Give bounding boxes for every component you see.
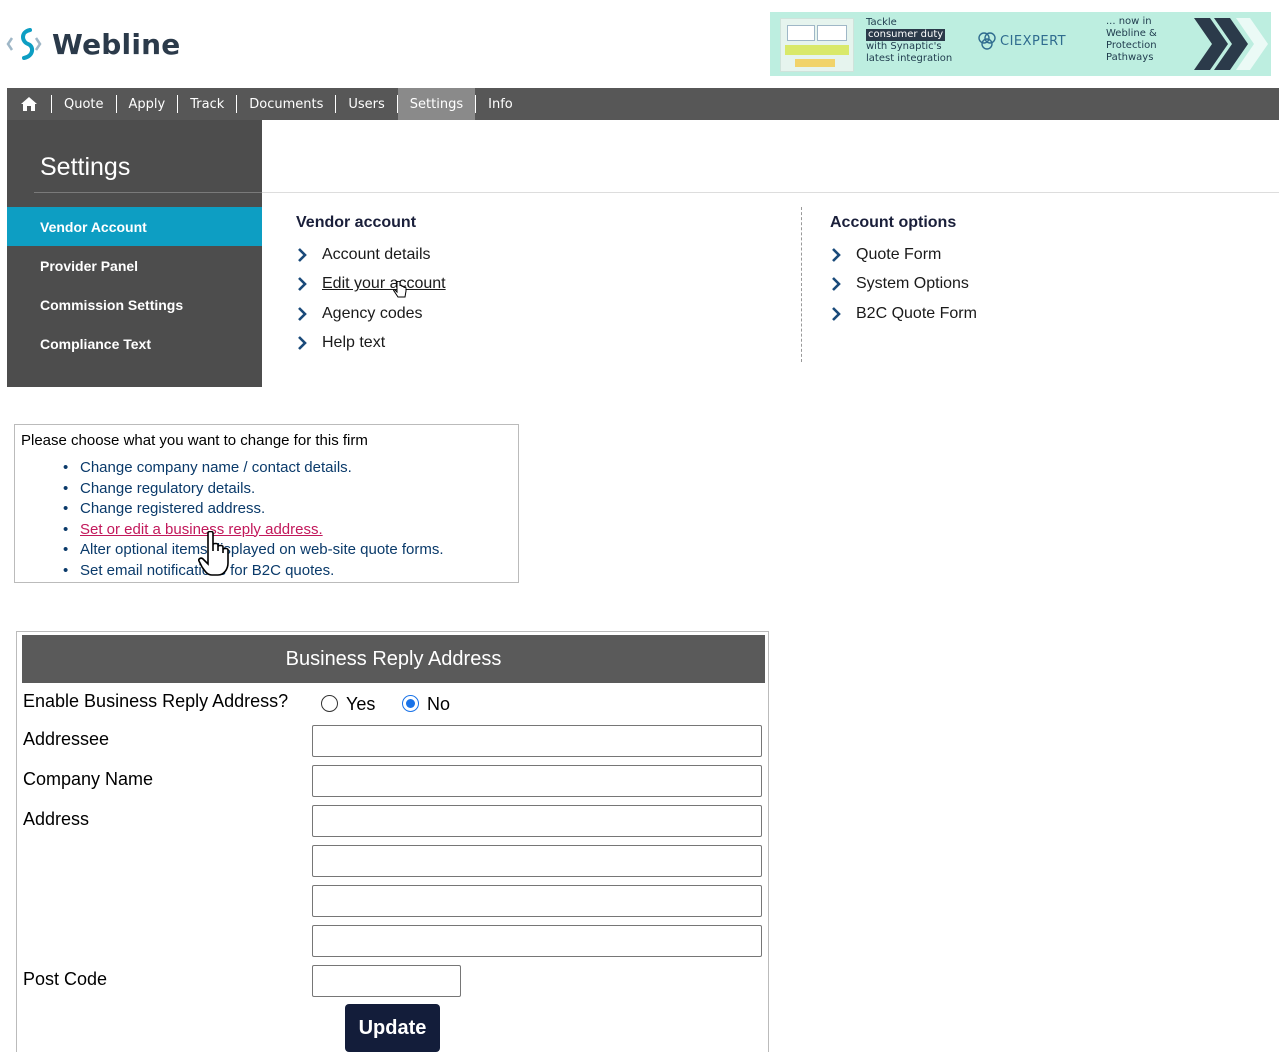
change-options-panel: Please choose what you want to change fo… xyxy=(14,424,519,583)
header: Webline Tackle consumer duty with Synapt… xyxy=(0,0,1279,88)
nav-home[interactable] xyxy=(7,88,51,120)
chevron-right-icon xyxy=(832,277,841,292)
banner-screenshot-image xyxy=(780,18,854,72)
address-line3-input[interactable] xyxy=(312,885,762,917)
change-option-company-name[interactable]: Change company name / contact details. xyxy=(63,458,444,479)
vendor-account-section: Vendor account Account details Edit your… xyxy=(296,214,446,358)
change-option-business-reply[interactable]: Set or edit a business reply address. xyxy=(63,520,444,541)
webline-logo[interactable]: Webline xyxy=(6,22,180,66)
link-edit-your-account[interactable]: Edit your account xyxy=(296,270,446,300)
banner-right-text: ... now in Webline & Protection Pathways xyxy=(1106,16,1157,64)
banner-text: Tackle consumer duty with Synaptic's lat… xyxy=(866,17,952,65)
change-option-email-notifications[interactable]: Set email notifications for B2C quotes. xyxy=(63,561,444,582)
link-system-options[interactable]: System Options xyxy=(830,270,977,300)
hand-cursor-icon xyxy=(198,531,229,576)
banner-right2: Webline & xyxy=(1106,28,1157,39)
link-label[interactable]: Agency codes xyxy=(322,305,423,323)
hand-cursor-icon xyxy=(393,281,407,298)
update-button[interactable]: Update xyxy=(345,1004,440,1052)
vendor-account-title: Vendor account xyxy=(296,214,417,231)
change-option-quote-forms[interactable]: Alter optional items displayed on web-si… xyxy=(63,540,444,561)
address-line4-input[interactable] xyxy=(312,925,762,957)
banner-highlight: consumer duty xyxy=(866,29,946,41)
chevron-right-icon xyxy=(832,306,841,321)
link-quote-form[interactable]: Quote Form xyxy=(830,240,977,270)
banner-line3: with Synaptic's xyxy=(866,41,942,52)
logo-text: Webline xyxy=(52,27,181,61)
link-label[interactable]: Quote Form xyxy=(856,246,941,264)
link-b2c-quote-form[interactable]: B2C Quote Form xyxy=(830,299,977,329)
nav-item-info[interactable]: Info xyxy=(476,88,525,120)
sidebar-title: Settings xyxy=(40,153,131,181)
main-nav: Quote Apply Track Documents Users Settin… xyxy=(7,88,1279,120)
home-icon xyxy=(21,97,37,111)
form-header: Business Reply Address xyxy=(22,635,765,683)
radio-yes[interactable] xyxy=(321,695,338,712)
addressee-input[interactable] xyxy=(312,725,762,757)
nav-item-users[interactable]: Users xyxy=(336,88,396,120)
chevron-right-icon xyxy=(832,247,841,262)
radio-no[interactable] xyxy=(402,695,419,712)
ciexpert-banner[interactable]: Tackle consumer duty with Synaptic's lat… xyxy=(770,12,1271,76)
link-help-text[interactable]: Help text xyxy=(296,329,446,359)
settings-sidebar: Settings Vendor Account Provider Panel C… xyxy=(7,120,262,387)
addressee-label: Addressee xyxy=(23,729,110,749)
nav-item-quote[interactable]: Quote xyxy=(52,88,116,120)
banner-chevrons-icon xyxy=(1194,18,1268,70)
account-options-section: Account options Quote Form System Option… xyxy=(830,214,977,329)
change-options-list: Change company name / contact details. C… xyxy=(63,458,444,581)
change-option-regulatory[interactable]: Change regulatory details. xyxy=(63,479,444,500)
banner-tackle: Tackle xyxy=(866,17,897,28)
sidebar-divider xyxy=(34,192,262,193)
address-line1-input[interactable] xyxy=(312,805,762,837)
link-account-details[interactable]: Account details xyxy=(296,240,446,270)
banner-right4: Pathways xyxy=(1106,52,1154,63)
radio-yes-label[interactable]: Yes xyxy=(346,694,375,715)
radio-no-label[interactable]: No xyxy=(427,694,450,715)
company-name-input[interactable] xyxy=(312,765,762,797)
ciexpert-name: CIEXPERT xyxy=(1000,33,1067,49)
account-options-title: Account options xyxy=(830,214,957,231)
post-code-input[interactable] xyxy=(312,965,461,997)
sidebar-item-compliance-text[interactable]: Compliance Text xyxy=(7,324,262,363)
link-label[interactable]: Help text xyxy=(322,334,385,352)
content-divider xyxy=(262,192,1279,193)
chevron-right-icon xyxy=(298,247,307,262)
change-options-title: Please choose what you want to change fo… xyxy=(21,432,368,449)
link-label[interactable]: Edit your account xyxy=(322,275,446,293)
sidebar-item-vendor-account[interactable]: Vendor Account xyxy=(7,207,262,246)
ciexpert-brand: CIEXPERT xyxy=(976,30,1066,52)
nav-item-apply[interactable]: Apply xyxy=(117,88,178,120)
address-line2-input[interactable] xyxy=(312,845,762,877)
nav-item-track[interactable]: Track xyxy=(178,88,236,120)
enable-label: Enable Business Reply Address? xyxy=(23,691,289,711)
link-label[interactable]: System Options xyxy=(856,275,969,293)
company-name-label: Company Name xyxy=(23,769,154,789)
business-reply-form: Business Reply Address Enable Business R… xyxy=(16,631,769,1052)
nav-item-settings[interactable]: Settings xyxy=(397,88,476,120)
post-code-label: Post Code xyxy=(23,969,108,989)
chevron-right-icon xyxy=(298,306,307,321)
chevron-right-icon xyxy=(298,277,307,292)
banner-right3: Protection xyxy=(1106,40,1157,51)
banner-line4: latest integration xyxy=(866,53,953,64)
banner-right1: ... now in xyxy=(1106,16,1152,27)
change-option-registered-address[interactable]: Change registered address. xyxy=(63,499,444,520)
sidebar-item-commission-settings[interactable]: Commission Settings xyxy=(7,285,262,324)
webline-logo-icon xyxy=(6,28,42,60)
chevron-right-icon xyxy=(298,336,307,351)
sidebar-item-provider-panel[interactable]: Provider Panel xyxy=(7,246,262,285)
ciexpert-logo-icon xyxy=(978,32,996,50)
address-label: Address xyxy=(23,809,90,829)
nav-item-documents[interactable]: Documents xyxy=(237,88,335,120)
link-agency-codes[interactable]: Agency codes xyxy=(296,299,446,329)
link-label[interactable]: B2C Quote Form xyxy=(856,305,977,323)
column-divider xyxy=(801,207,802,362)
link-label[interactable]: Account details xyxy=(322,246,431,264)
